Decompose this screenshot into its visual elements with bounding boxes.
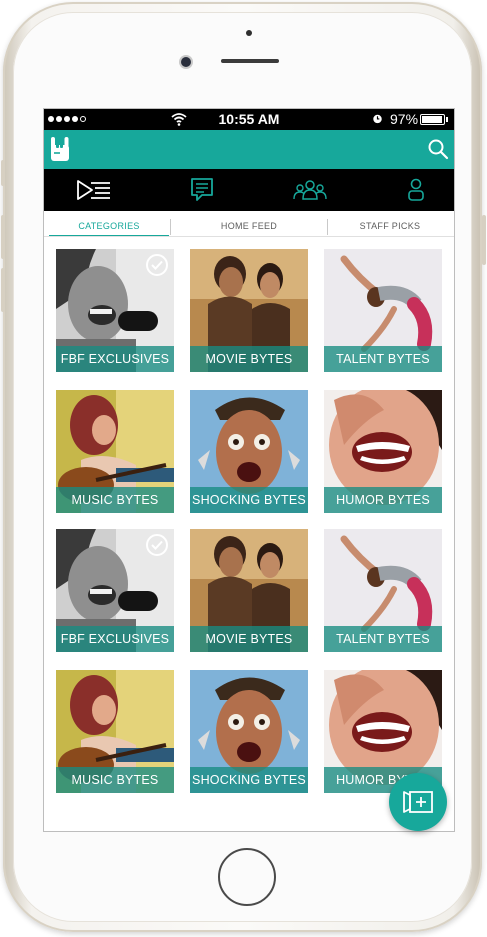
category-label: FBF EXCLUSIVES (56, 626, 174, 652)
add-video-icon (403, 791, 433, 813)
tab-staff-picks[interactable]: STAFF PICKS (328, 217, 452, 235)
category-label: TALENT BYTES (324, 346, 442, 372)
category-tile-fbf-exclusives[interactable]: FBF EXCLUSIVES (56, 529, 174, 652)
front-camera (181, 57, 191, 67)
side-button (482, 215, 486, 265)
battery-tip (446, 117, 448, 122)
side-button (1, 215, 5, 259)
screen: 10:55 AM 97% CATEGORIES HOME FEED STAFF … (43, 108, 455, 832)
home-button[interactable] (218, 848, 276, 906)
earpiece-speaker (221, 59, 279, 63)
category-label: SHOCKING BYTES (190, 767, 308, 793)
category-label: TALENT BYTES (324, 626, 442, 652)
status-bar: 10:55 AM 97% (44, 109, 454, 130)
side-button (1, 268, 5, 312)
category-label: HUMOR BYTES (324, 487, 442, 513)
rock-hand-logo-icon[interactable] (49, 136, 71, 162)
category-tile-music-bytes[interactable]: MUSIC BYTES (56, 670, 174, 793)
add-video-button[interactable] (389, 773, 447, 831)
profile-icon[interactable] (396, 175, 436, 205)
category-label: MUSIC BYTES (56, 767, 174, 793)
category-tile-movie-bytes[interactable]: MOVIE BYTES (190, 249, 308, 372)
selected-check-icon (146, 534, 168, 556)
category-tile-talent-bytes[interactable]: TALENT BYTES (324, 529, 442, 652)
category-label: SHOCKING BYTES (190, 487, 308, 513)
group-icon[interactable] (290, 175, 330, 205)
battery-percent: 97% (390, 111, 419, 127)
category-tile-shocking-bytes[interactable]: SHOCKING BYTES (190, 670, 308, 793)
app-bar (44, 130, 454, 169)
side-button (1, 160, 5, 186)
category-tile-humor-bytes[interactable]: HUMOR BYTES (324, 390, 442, 513)
category-label: MOVIE BYTES (190, 346, 308, 372)
tab-underline-divider (44, 236, 454, 237)
tab-home-feed[interactable]: HOME FEED (171, 217, 327, 235)
proximity-sensor (246, 30, 252, 36)
category-tile-movie-bytes[interactable]: MOVIE BYTES (190, 529, 308, 652)
selected-check-icon (146, 254, 168, 276)
category-grid: FBF EXCLUSIVES MOVIE BYTES TALENT BYTES … (56, 249, 442, 809)
category-label: MUSIC BYTES (56, 487, 174, 513)
category-tile-music-bytes[interactable]: MUSIC BYTES (56, 390, 174, 513)
icon-nav-bar (44, 169, 454, 211)
category-tile-talent-bytes[interactable]: TALENT BYTES (324, 249, 442, 372)
playlist-icon[interactable] (74, 175, 114, 205)
tab-bar: CATEGORIES HOME FEED STAFF PICKS (44, 211, 454, 237)
alarm-icon (373, 114, 382, 124)
tab-categories[interactable]: CATEGORIES (49, 217, 169, 237)
category-tile-shocking-bytes[interactable]: SHOCKING BYTES (190, 390, 308, 513)
category-label: MOVIE BYTES (190, 626, 308, 652)
battery-icon (420, 114, 445, 125)
category-tile-fbf-exclusives[interactable]: FBF EXCLUSIVES (56, 249, 174, 372)
search-icon[interactable] (427, 138, 449, 160)
category-label: FBF EXCLUSIVES (56, 346, 174, 372)
chat-icon[interactable] (182, 175, 222, 205)
